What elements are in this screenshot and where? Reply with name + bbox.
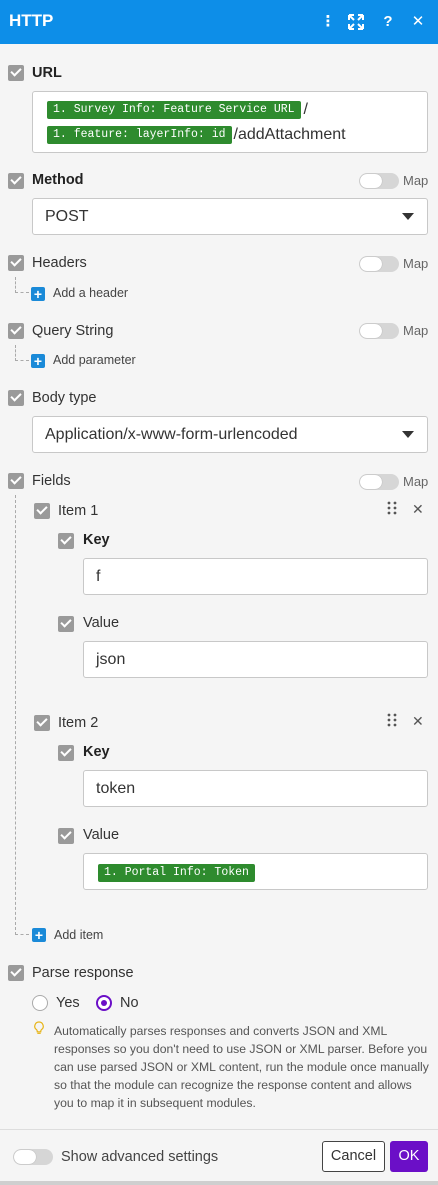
chevron-down-icon [402, 213, 414, 220]
body-type-select[interactable]: Application/x-www-form-urlencoded [32, 416, 428, 453]
advanced-settings-toggle[interactable] [13, 1149, 53, 1165]
headers-map-toggle[interactable] [359, 256, 399, 272]
body-type-value: Application/x-www-form-urlencoded [45, 426, 298, 443]
query-string-collapse-checkbox[interactable] [8, 323, 24, 339]
item-2-key-label: Key [83, 744, 110, 760]
item-1-key-input[interactable]: f [83, 558, 428, 595]
method-value: POST [45, 208, 89, 225]
drag-handle-icon[interactable] [387, 713, 397, 730]
url-input[interactable]: 1. Survey Info: Feature Service URL/ 1. … [32, 91, 428, 153]
scrollbar-track [0, 1181, 438, 1185]
item-2-key-collapse-checkbox[interactable] [58, 745, 74, 761]
help-icon[interactable]: ? [378, 10, 398, 34]
remove-item-icon[interactable]: ✕ [412, 713, 424, 730]
method-map-label: Map [403, 173, 429, 188]
add-item-plus-icon[interactable]: + [32, 928, 46, 942]
parse-response-yes-radio[interactable] [32, 995, 48, 1011]
modal-header: HTTP ⋮ ? ✕ [0, 0, 438, 44]
item-1-key-collapse-checkbox[interactable] [58, 533, 74, 549]
headers-label: Headers [32, 255, 87, 271]
item-2-key-value: token [96, 780, 136, 797]
item-1-collapse-checkbox[interactable] [34, 503, 50, 519]
drag-handle-icon[interactable] [387, 501, 397, 518]
item-1-key-value: f [96, 568, 101, 585]
method-collapse-checkbox[interactable] [8, 173, 24, 189]
add-item-button[interactable]: Add item [54, 928, 103, 942]
tree-connector [15, 934, 29, 935]
parse-response-hint: Automatically parses responses and conve… [54, 1024, 429, 1110]
add-parameter-plus-icon[interactable]: + [31, 354, 45, 368]
method-label: Method [32, 172, 84, 188]
more-vertical-icon[interactable]: ⋮ [318, 10, 338, 34]
ok-button[interactable]: OK [390, 1141, 428, 1172]
item-2-token-portal-token[interactable]: 1. Portal Info: Token [98, 864, 255, 882]
headers-collapse-checkbox[interactable] [8, 255, 24, 271]
query-string-map-toggle[interactable] [359, 323, 399, 339]
modal-footer: Show advanced settings Cancel OK [0, 1129, 438, 1185]
item-2-title: Item 2 [58, 715, 99, 731]
item-2-value-label: Value [83, 827, 120, 843]
fields-label: Fields [32, 473, 71, 489]
query-string-map-label: Map [403, 323, 429, 338]
fields-collapse-checkbox[interactable] [8, 473, 24, 489]
parse-response-no-label[interactable]: No [120, 995, 139, 1011]
lightbulb-icon [33, 1021, 45, 1035]
item-1-value-input[interactable]: json [83, 641, 428, 678]
body-type-label: Body type [32, 390, 97, 406]
item-1-title: Item 1 [58, 503, 99, 519]
add-parameter-button[interactable]: Add parameter [53, 353, 136, 367]
url-token-layer-id[interactable]: 1. feature: layerInfo: id [47, 126, 232, 144]
item-1-key-label: Key [83, 532, 110, 548]
expand-icon[interactable] [346, 10, 366, 34]
parse-response-collapse-checkbox[interactable] [8, 965, 24, 981]
url-suffix: /addAttachment [233, 126, 346, 143]
add-header-button[interactable]: Add a header [53, 286, 128, 300]
add-header-plus-icon[interactable]: + [31, 287, 45, 301]
cancel-button[interactable]: Cancel [322, 1141, 385, 1172]
fields-map-label: Map [403, 474, 429, 489]
headers-map-label: Map [403, 256, 429, 271]
parse-response-no-radio[interactable] [96, 995, 112, 1011]
item-1-value-collapse-checkbox[interactable] [58, 616, 74, 632]
tree-connector [15, 345, 29, 361]
method-select[interactable]: POST [32, 198, 428, 235]
fields-map-toggle[interactable] [359, 474, 399, 490]
item-1-value-label: Value [83, 615, 120, 631]
item-2-value-input[interactable]: 1. Portal Info: Token [83, 853, 428, 890]
remove-item-icon[interactable]: ✕ [412, 501, 424, 518]
body-type-collapse-checkbox[interactable] [8, 390, 24, 406]
url-collapse-checkbox[interactable] [8, 65, 24, 81]
tree-connector [15, 495, 29, 935]
url-separator: / [303, 101, 308, 118]
tree-connector [15, 277, 29, 293]
item-2-key-input[interactable]: token [83, 770, 428, 807]
chevron-down-icon [402, 431, 414, 438]
query-string-label: Query String [32, 323, 114, 339]
close-icon[interactable]: ✕ [408, 10, 428, 34]
item-2-value-collapse-checkbox[interactable] [58, 828, 74, 844]
advanced-settings-label[interactable]: Show advanced settings [61, 1149, 218, 1165]
parse-response-yes-label[interactable]: Yes [56, 995, 80, 1011]
url-label: URL [32, 65, 62, 81]
url-token-service-url[interactable]: 1. Survey Info: Feature Service URL [47, 101, 301, 119]
method-map-toggle[interactable] [359, 173, 399, 189]
modal-title: HTTP [9, 11, 54, 30]
item-2-collapse-checkbox[interactable] [34, 715, 50, 731]
item-1-value-value: json [96, 651, 126, 668]
parse-response-label: Parse response [32, 965, 134, 981]
